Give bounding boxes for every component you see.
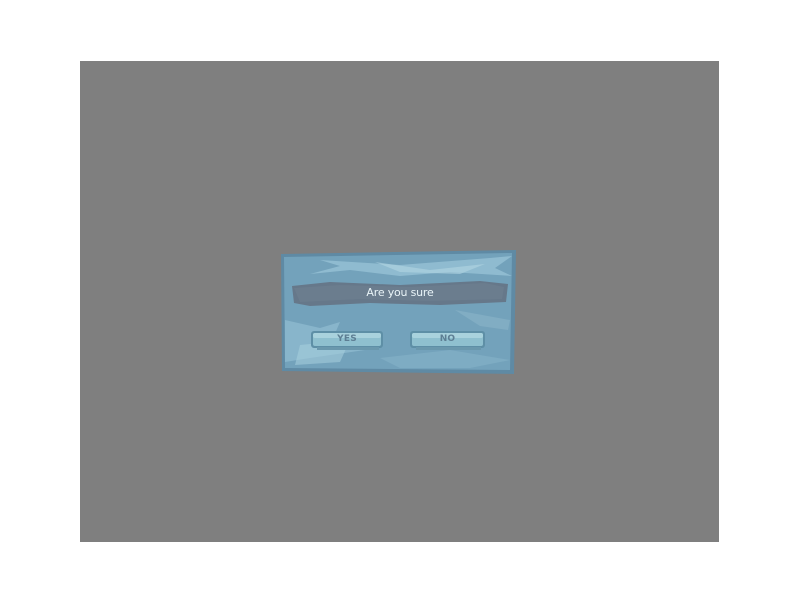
confirm-dialog: Are you sure YES NO: [280, 250, 516, 374]
game-overlay: Are you sure YES NO: [80, 61, 719, 542]
dialog-panel: [281, 250, 516, 374]
no-button-label: NO: [439, 334, 456, 344]
message-banner: Are you sure: [292, 282, 508, 304]
no-button[interactable]: NO: [410, 331, 485, 351]
yes-button-label: YES: [337, 334, 357, 344]
yes-button[interactable]: YES: [311, 331, 383, 351]
confirm-message: Are you sure: [366, 286, 434, 299]
